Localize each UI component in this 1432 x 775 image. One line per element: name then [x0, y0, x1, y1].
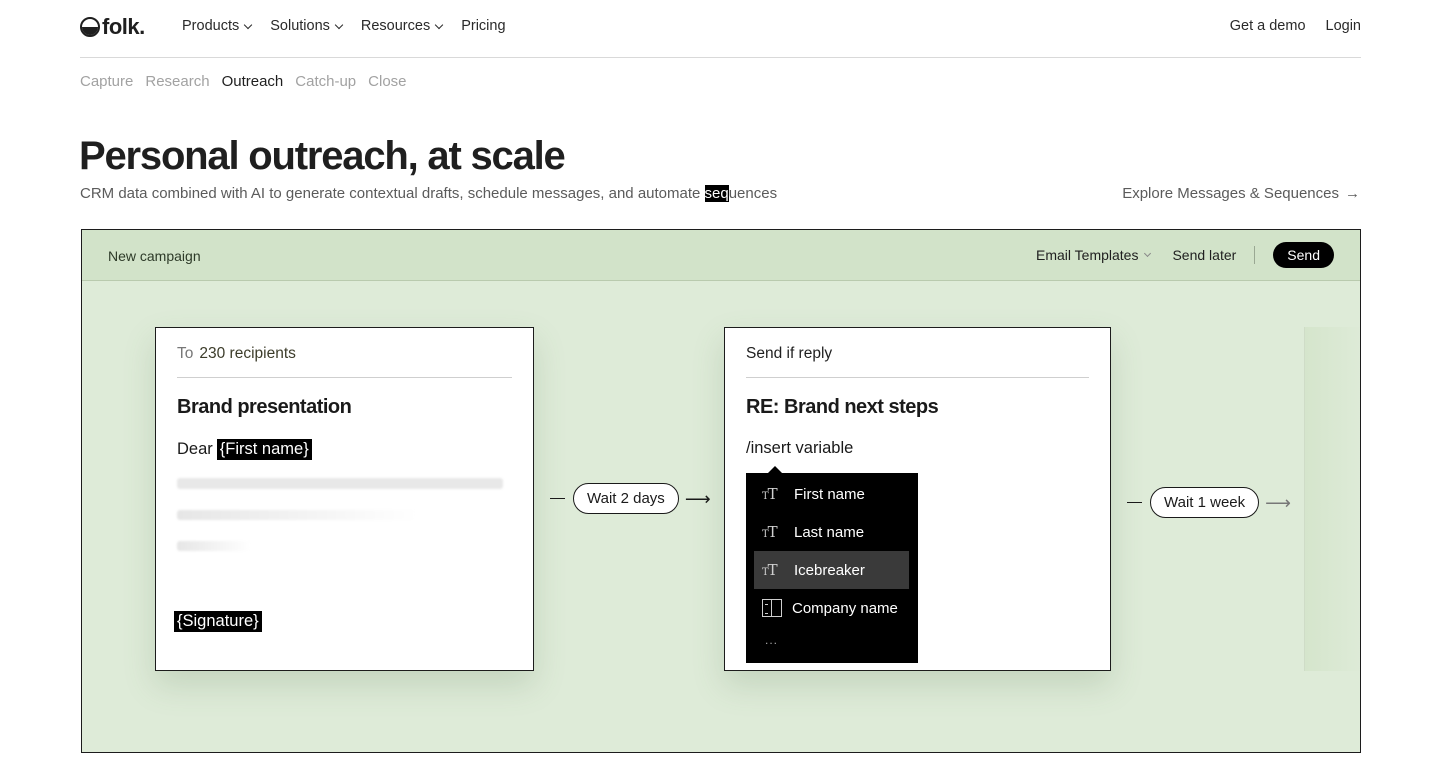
connector-line [550, 497, 565, 500]
dropdown-item-label: Company name [792, 599, 898, 617]
arrow-right-icon: → [1345, 185, 1360, 202]
main-nav-links: Products Solutions Resources Pricing [182, 18, 506, 34]
feature-tabs: Capture Research Outreach Catch-up Close [80, 73, 407, 90]
page-subtitle: CRM data combined with AI to generate co… [80, 185, 777, 202]
campaign-demo-frame: New campaign Email Templates Send later … [81, 229, 1361, 753]
nav-resources-label: Resources [360, 18, 431, 34]
dropdown-item-label: Icebreaker [794, 561, 865, 579]
nav-products[interactable]: Products [182, 18, 253, 34]
dropdown-item-icebreaker[interactable]: TT Icebreaker [754, 551, 909, 589]
subtitle-text-end: uences [728, 185, 778, 202]
dropdown-item-label: First name [794, 485, 865, 503]
dropdown-item-label: Last name [794, 523, 865, 541]
send-button[interactable]: Send [1273, 242, 1334, 268]
tab-catch-up[interactable]: Catch-up [295, 73, 356, 90]
nav-right: Get a demo Login [1230, 18, 1361, 34]
wait-1-week-pill[interactable]: Wait 1 week [1150, 487, 1260, 518]
text-type-icon: TT [762, 485, 778, 503]
blurred-text-line [177, 510, 417, 520]
explore-label: Explore Messages & Sequences [1122, 185, 1339, 202]
dropdown-item-company-name[interactable]: Company name [754, 589, 909, 627]
nav-products-label: Products [182, 18, 240, 34]
first-name-variable[interactable]: {First name} [216, 439, 312, 460]
chevron-down-icon [243, 20, 253, 29]
greeting-text: Dear [177, 440, 213, 458]
reply-subject[interactable]: RE: Brand next steps [746, 396, 939, 419]
tab-capture[interactable]: Capture [80, 73, 133, 90]
condition-row: Send if reply [746, 345, 1089, 378]
campaign-toolbar: New campaign Email Templates Send later … [82, 230, 1360, 281]
nav-solutions-label: Solutions [270, 18, 330, 34]
wait-2-days-pill[interactable]: Wait 2 days [573, 483, 679, 514]
wait-step-1: Wait 2 days ⟶ [550, 483, 711, 514]
logo-text: folk. [102, 14, 145, 39]
subtitle-text: CRM data combined with AI to generate co… [80, 185, 705, 202]
chevron-down-icon [334, 20, 344, 29]
email-card-first[interactable]: To 230 recipients Brand presentation Dear… [155, 327, 534, 671]
divider [1254, 246, 1256, 264]
campaign-title: New campaign [108, 248, 201, 264]
send-if-reply-label: Send if reply [746, 345, 833, 362]
insert-variable-command[interactable]: /insert variable [746, 439, 853, 458]
text-type-icon: TT [762, 561, 778, 579]
signature-variable[interactable]: {Signature} [174, 611, 262, 632]
more-items-ellipsis[interactable]: ... [765, 633, 778, 647]
nav-pricing-label: Pricing [461, 18, 506, 34]
email-templates-dropdown[interactable]: Email Templates [1036, 247, 1152, 263]
connector-line [1127, 501, 1142, 504]
tab-research[interactable]: Research [145, 73, 209, 90]
greeting-line: Dear {First name} [177, 439, 312, 460]
tab-outreach[interactable]: Outreach [222, 73, 284, 90]
arrow-right-icon: ⟶ [1265, 492, 1291, 513]
page-title: Personal outreach, at scale [79, 134, 566, 178]
nav-pricing[interactable]: Pricing [461, 18, 505, 34]
folk-logo-icon [80, 17, 100, 37]
wait-step-2: Wait 1 week ⟶ [1127, 487, 1291, 518]
recipients-row: To 230 recipients [177, 345, 512, 378]
nav-resources[interactable]: Resources [360, 18, 444, 34]
send-later-button[interactable]: Send later [1172, 247, 1236, 263]
email-subject[interactable]: Brand presentation [177, 396, 352, 419]
chevron-down-icon [1144, 249, 1152, 258]
login-link[interactable]: Login [1326, 18, 1361, 34]
email-card-reply[interactable]: Send if reply RE: Brand next steps /inse… [724, 327, 1111, 671]
text-type-icon: TT [762, 523, 778, 541]
folk-logo[interactable]: folk. [80, 14, 145, 40]
nav-solutions[interactable]: Solutions [270, 18, 344, 34]
building-icon [762, 599, 782, 617]
chevron-down-icon [434, 20, 444, 29]
to-label: To [177, 345, 194, 362]
arrow-right-icon: ⟶ [684, 488, 711, 509]
variable-dropdown: TT First name TT Last name TT Icebreaker… [746, 466, 918, 663]
email-templates-label: Email Templates [1036, 247, 1139, 263]
explore-messages-link[interactable]: Explore Messages & Sequences → [1122, 185, 1360, 202]
campaign-actions: Email Templates Send later Send [1036, 242, 1334, 268]
get-demo-link[interactable]: Get a demo [1230, 18, 1306, 34]
subtitle-highlight: seq [704, 185, 729, 202]
top-nav: folk. Products Solutions Resources Prici… [80, 0, 1361, 58]
next-card-partial [1304, 327, 1360, 671]
tab-close[interactable]: Close [368, 73, 406, 90]
dropdown-item-last-name[interactable]: TT Last name [754, 513, 909, 551]
recipients-count[interactable]: 230 recipients [199, 345, 296, 362]
dropdown-item-first-name[interactable]: TT First name [754, 475, 909, 513]
blurred-text-line [177, 541, 251, 551]
blurred-text-line [177, 478, 503, 489]
